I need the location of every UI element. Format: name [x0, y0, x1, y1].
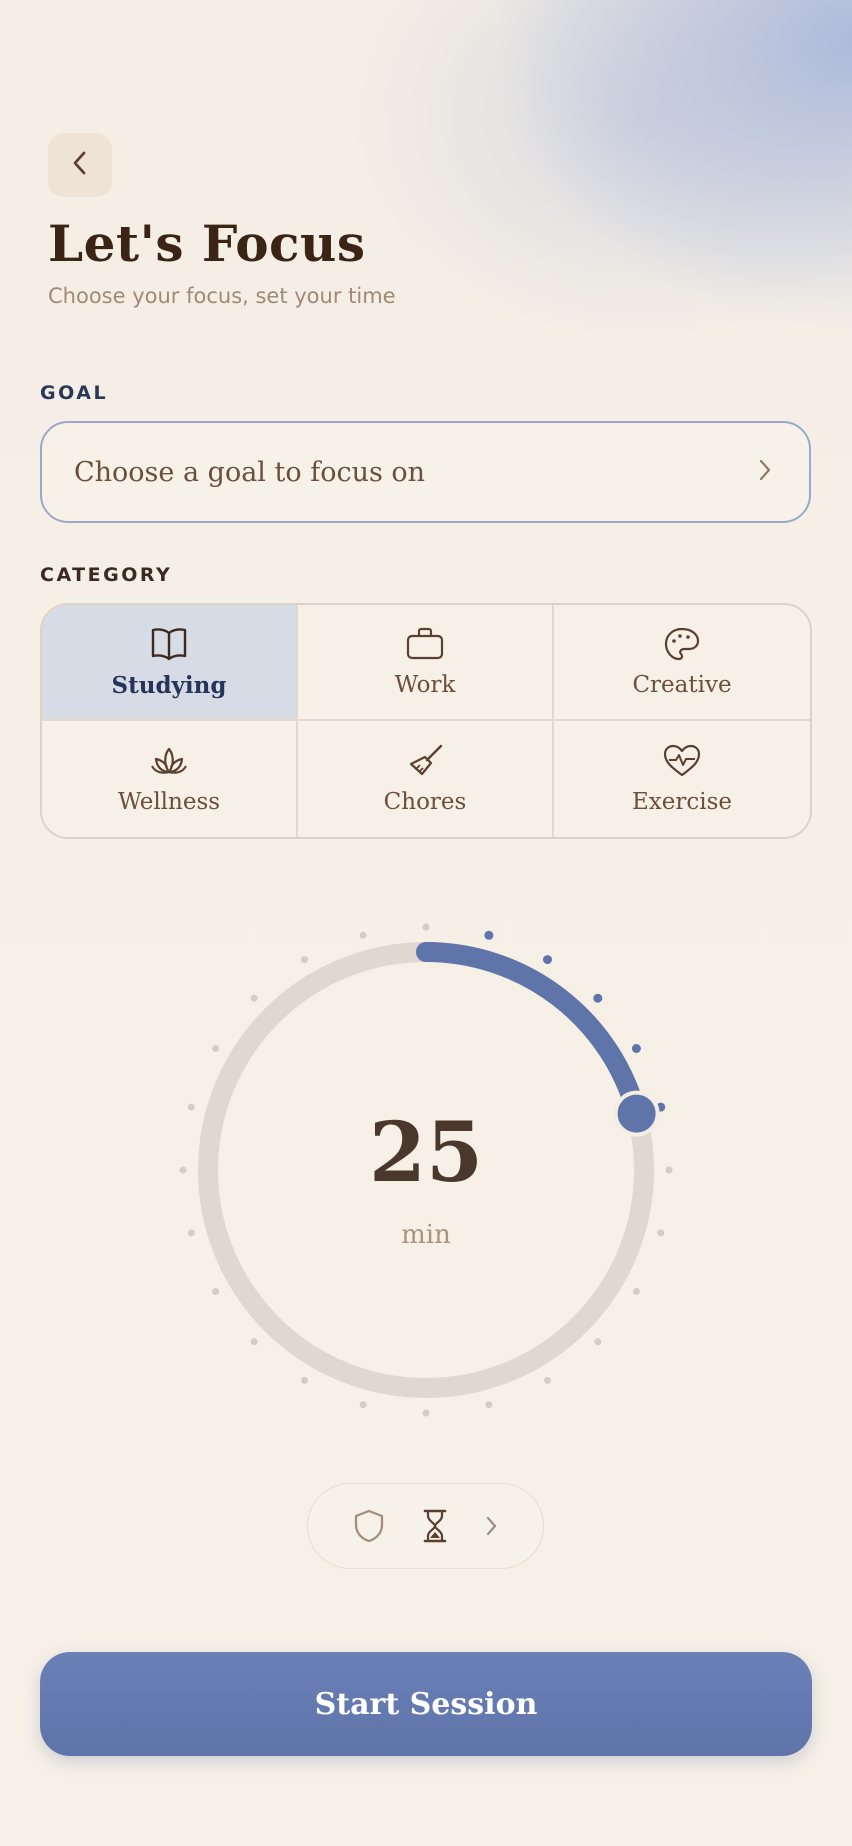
timer-value: 25 [368, 1105, 484, 1201]
dial-tick [301, 1376, 308, 1384]
session-options [307, 1483, 544, 1569]
dial-tick [359, 1401, 367, 1409]
dial-tick [484, 930, 494, 940]
dial-tick [212, 1288, 220, 1295]
start-session-button[interactable]: Start Session [40, 1652, 812, 1756]
dial-tick [485, 1401, 493, 1409]
dial-tick [422, 1409, 430, 1417]
dial-tick [422, 923, 430, 931]
shield-icon[interactable] [352, 1508, 386, 1544]
dial-tick [250, 1338, 258, 1346]
dial-tick [187, 1103, 195, 1111]
dial-tick [594, 1338, 602, 1346]
dial-tick [212, 1045, 220, 1052]
timer-dial[interactable] [0, 0, 852, 1846]
dial-tick [544, 1376, 551, 1384]
timer-unit: min [401, 1220, 451, 1250]
dial-tick [632, 1288, 640, 1295]
dial-tick [359, 931, 367, 939]
hourglass-icon[interactable] [421, 1508, 449, 1544]
dial-tick [543, 955, 552, 965]
dial-progress [416, 942, 647, 1124]
dial-tick [631, 1044, 641, 1053]
dial-tick [301, 956, 308, 964]
dial-tick [593, 993, 603, 1003]
chevron-right-icon[interactable] [484, 1513, 500, 1539]
dial-tick [250, 994, 258, 1002]
